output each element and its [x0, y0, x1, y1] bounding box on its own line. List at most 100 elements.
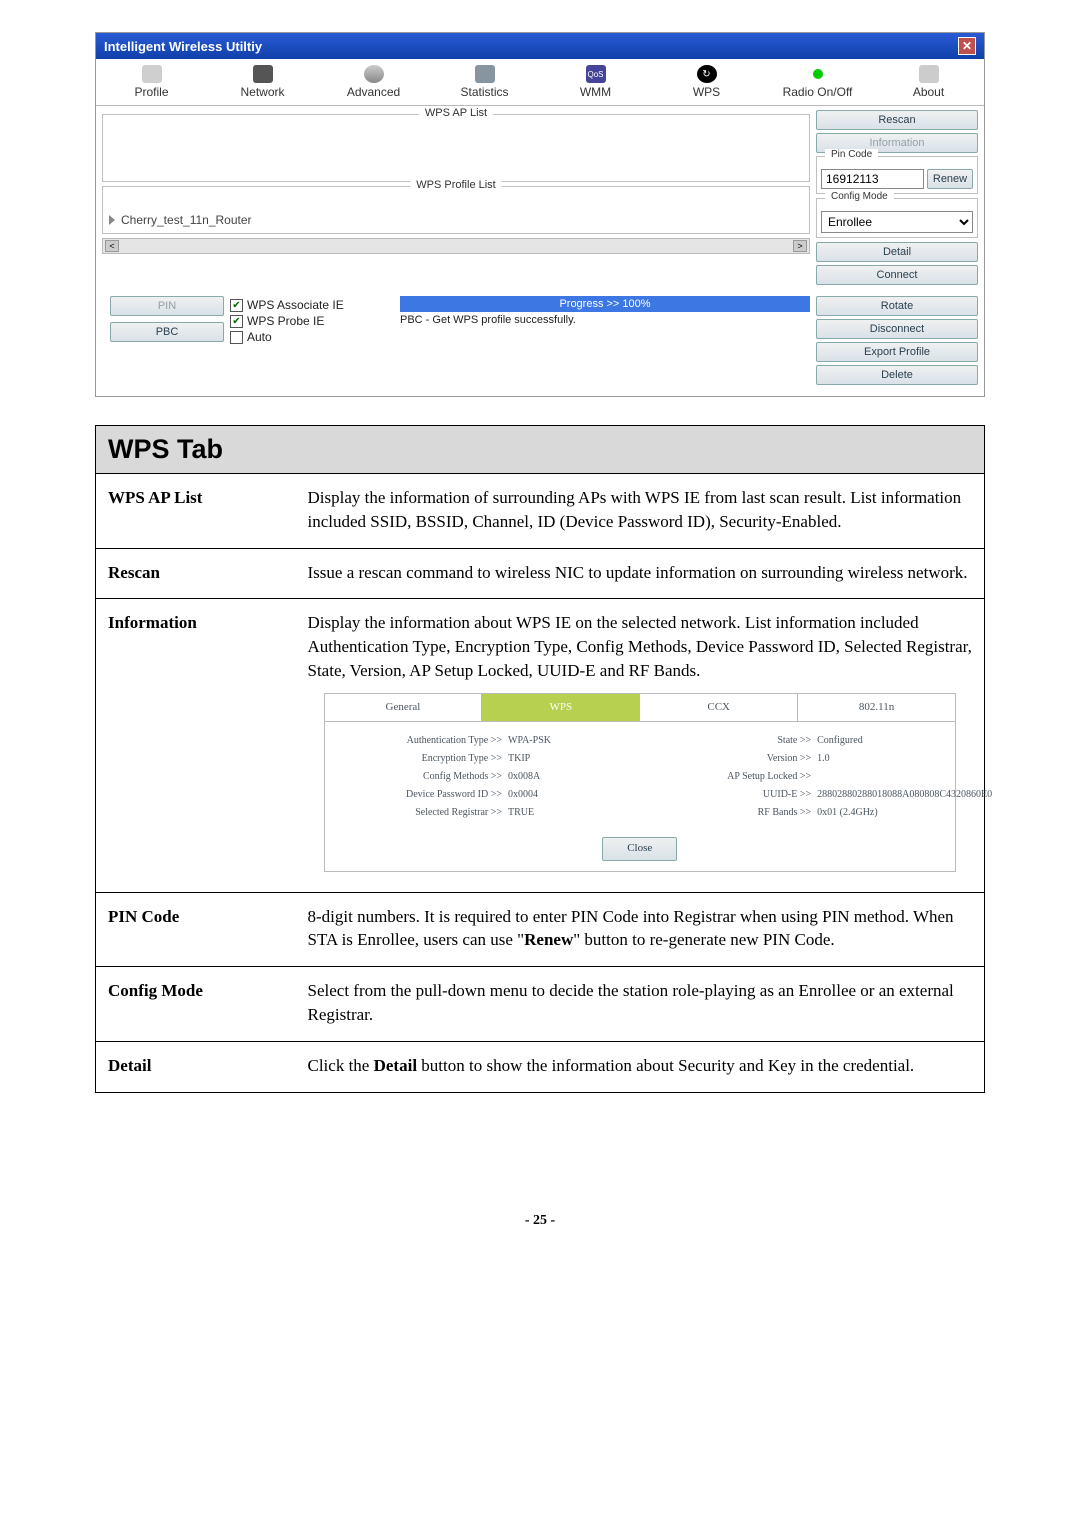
tab-80211n[interactable]: 802.11n — [798, 694, 955, 721]
nav-statistics[interactable]: Statistics — [429, 59, 540, 105]
profile-entry-name: Cherry_test_11n_Router — [121, 213, 252, 227]
inner-right-col: State >>Configured Version >>1.0 AP Setu… — [652, 730, 937, 824]
config-mode-fieldset: Config Mode Enrollee — [816, 198, 978, 238]
wps-ap-list-fieldset: WPS AP List — [102, 114, 810, 182]
wps-profile-list-legend: WPS Profile List — [410, 179, 501, 191]
nav-label: WPS — [693, 85, 720, 99]
disconnect-button[interactable]: Disconnect — [816, 319, 978, 339]
kv-label: AP Setup Locked >> — [652, 770, 818, 784]
kv-value: 1.0 — [817, 752, 937, 766]
pbc-status-text: PBC - Get WPS profile successfully. — [400, 314, 810, 326]
nav-wmm[interactable]: QoSWMM — [540, 59, 651, 105]
nav-radio[interactable]: Radio On/Off — [762, 59, 873, 105]
wps-tab-table: WPS Tab WPS AP List Display the informat… — [95, 425, 985, 1093]
connect-button[interactable]: Connect — [816, 265, 978, 285]
checkbox-unchecked-icon — [230, 331, 243, 344]
kv-value: TKIP — [508, 752, 628, 766]
checkbox-label: WPS Probe IE — [247, 314, 324, 328]
page-number: - 25 - — [95, 1213, 985, 1229]
kv-value: Configured — [817, 734, 937, 748]
row-text: 8-digit numbers. It is required to enter… — [296, 892, 985, 967]
nav-label: Radio On/Off — [783, 85, 853, 99]
row-text-span: button to show the information about Sec… — [417, 1056, 914, 1075]
config-mode-select[interactable]: Enrollee — [821, 211, 973, 233]
row-text: Issue a rescan command to wireless NIC t… — [296, 548, 985, 599]
auto-checkbox[interactable]: Auto — [230, 330, 390, 344]
kv-label: Selected Registrar >> — [343, 806, 509, 820]
kv-value: 0x01 (2.4GHz) — [817, 806, 937, 820]
utility-nav: Profile Network Advanced Statistics QoSW… — [96, 59, 984, 106]
kv-label: Encryption Type >> — [343, 752, 509, 766]
detail-button[interactable]: Detail — [816, 242, 978, 262]
checkbox-checked-icon: ✔ — [230, 299, 243, 312]
row-label: Detail — [96, 1041, 296, 1092]
wps-associate-checkbox[interactable]: ✔ WPS Associate IE — [230, 298, 390, 312]
wmm-icon: QoS — [586, 65, 606, 83]
radio-icon — [813, 69, 823, 79]
nav-label: Advanced — [347, 85, 400, 99]
tab-general[interactable]: General — [325, 694, 483, 721]
row-label: Information — [96, 599, 296, 892]
pin-code-input[interactable]: 16912113 — [821, 169, 924, 189]
nav-label: Statistics — [460, 85, 508, 99]
kv-value: 28802880288018088A080808C4320860E0 — [817, 788, 937, 802]
row-text-span: " button to re-generate new PIN Code. — [573, 930, 834, 949]
network-icon — [253, 65, 273, 83]
delete-button[interactable]: Delete — [816, 365, 978, 385]
kv-label: Config Methods >> — [343, 770, 509, 784]
advanced-icon — [364, 65, 384, 83]
nav-label: Profile — [134, 85, 168, 99]
scroll-right-icon[interactable]: > — [793, 240, 807, 252]
checkbox-label: WPS Associate IE — [247, 298, 344, 312]
utility-title-text: Intelligent Wireless Utiltiy — [104, 39, 262, 54]
pin-code-legend: Pin Code — [825, 149, 878, 160]
row-text-span: Display the information about WPS IE on … — [308, 613, 972, 680]
close-icon[interactable]: ✕ — [958, 37, 976, 55]
profile-entry[interactable]: Cherry_test_11n_Router — [109, 211, 803, 229]
kv-value — [817, 770, 937, 784]
checkbox-checked-icon: ✔ — [230, 315, 243, 328]
wps-ap-list-legend: WPS AP List — [419, 107, 493, 119]
kv-label: Authentication Type >> — [343, 734, 509, 748]
profile-icon — [142, 65, 162, 83]
kv-label: RF Bands >> — [652, 806, 818, 820]
kv-label: State >> — [652, 734, 818, 748]
table-row: Detail Click the Detail button to show t… — [96, 1041, 985, 1092]
pin-button[interactable]: PIN — [110, 296, 224, 316]
table-row: Config Mode Select from the pull-down me… — [96, 967, 985, 1042]
row-label: Rescan — [96, 548, 296, 599]
nav-network[interactable]: Network — [207, 59, 318, 105]
export-profile-button[interactable]: Export Profile — [816, 342, 978, 362]
config-mode-legend: Config Mode — [825, 191, 894, 202]
pin-code-fieldset: Pin Code 16912113 Renew — [816, 156, 978, 194]
nav-about[interactable]: About — [873, 59, 984, 105]
kv-label: UUID-E >> — [652, 788, 818, 802]
about-icon — [919, 65, 939, 83]
inner-close-button[interactable]: Close — [602, 837, 677, 860]
play-icon — [109, 215, 115, 225]
table-row: Information Display the information abou… — [96, 599, 985, 892]
kv-label: Version >> — [652, 752, 818, 766]
tab-ccx[interactable]: CCX — [640, 694, 798, 721]
inner-left-col: Authentication Type >>WPA-PSK Encryption… — [343, 730, 628, 824]
row-text: Display the information about WPS IE on … — [296, 599, 985, 892]
kv-value: TRUE — [508, 806, 628, 820]
progress-bar: Progress >> 100% — [400, 296, 810, 312]
rescan-button[interactable]: Rescan — [816, 110, 978, 130]
table-heading: WPS Tab — [96, 426, 985, 474]
pbc-button[interactable]: PBC — [110, 322, 224, 342]
tab-wps[interactable]: WPS — [482, 694, 640, 721]
row-label: WPS AP List — [96, 474, 296, 549]
nav-label: About — [913, 85, 944, 99]
row-label: PIN Code — [96, 892, 296, 967]
scroll-left-icon[interactable]: < — [105, 240, 119, 252]
nav-profile[interactable]: Profile — [96, 59, 207, 105]
horizontal-scrollbar[interactable]: < > — [102, 238, 810, 254]
statistics-icon — [475, 65, 495, 83]
renew-button[interactable]: Renew — [927, 169, 973, 189]
kv-value: 0x0004 — [508, 788, 628, 802]
rotate-button[interactable]: Rotate — [816, 296, 978, 316]
nav-wps[interactable]: ↻WPS — [651, 59, 762, 105]
nav-advanced[interactable]: Advanced — [318, 59, 429, 105]
wps-probe-checkbox[interactable]: ✔ WPS Probe IE — [230, 314, 390, 328]
